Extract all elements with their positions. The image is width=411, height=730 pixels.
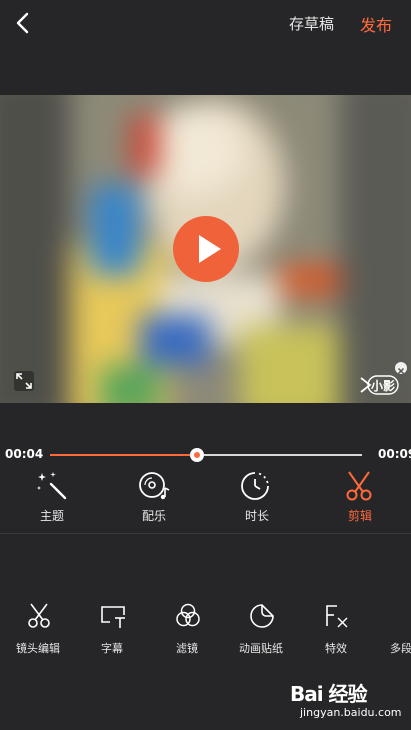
top-bar: 存草稿 发布 <box>0 0 411 46</box>
tool-music[interactable]: 配乐 <box>119 470 189 525</box>
progress-thumb[interactable] <box>189 448 204 462</box>
music-disc-icon <box>139 472 170 500</box>
play-icon <box>199 235 221 263</box>
publish-button[interactable]: 发布 <box>360 12 392 36</box>
baidu-jingyan-watermark: Bai 经验 jingyan.baidu.com <box>290 678 405 726</box>
subtool-subtitle[interactable]: 字幕 <box>82 602 142 655</box>
subtool-filter[interactable]: 滤镜 <box>157 602 217 655</box>
subtool-effects[interactable]: 特效 <box>306 602 366 655</box>
divider <box>0 533 411 534</box>
subtool-label: 特效 <box>325 642 347 655</box>
watermark-url: jingyan.baidu.com <box>300 706 402 719</box>
effects-icon <box>326 605 348 628</box>
scissors-icon <box>28 603 50 628</box>
subtool-label: 动画贴纸 <box>239 642 283 655</box>
tool-label: 剪辑 <box>347 509 372 523</box>
current-time: 00:04 <box>5 447 44 461</box>
play-button[interactable] <box>173 216 239 282</box>
total-time: 00:09 <box>378 447 411 461</box>
watermark-logo-text: Bai 经验 <box>290 682 368 706</box>
tool-label: 配乐 <box>141 509 166 523</box>
tool-edit[interactable]: 剪辑 <box>325 470 395 525</box>
remove-watermark-button[interactable] <box>395 362 407 375</box>
save-draft-button[interactable]: 存草稿 <box>289 13 334 34</box>
progress-track[interactable] <box>50 454 362 456</box>
scissors-icon <box>346 471 372 501</box>
progress-fill <box>50 454 197 456</box>
subtool-clip-edit[interactable]: 镜头编辑 <box>8 602 68 655</box>
timer-icon <box>241 472 269 500</box>
back-arrow-icon[interactable] <box>10 10 36 36</box>
close-icon <box>397 367 405 375</box>
subtool-label: 滤镜 <box>176 642 198 655</box>
expand-icon <box>16 373 32 389</box>
subtool-label: 镜头编辑 <box>16 642 60 655</box>
sticker-icon <box>250 604 274 628</box>
subtool-label: 字幕 <box>101 642 123 655</box>
tool-duration[interactable]: 时长 <box>222 470 292 525</box>
tool-theme[interactable]: 主题 <box>17 470 87 525</box>
tool-label: 时长 <box>244 509 269 523</box>
subtool-label: 多段 <box>390 642 411 654</box>
subtool-sticker[interactable]: 动画贴纸 <box>231 602 291 655</box>
tool-label: 主题 <box>39 509 64 523</box>
multi-segment-icon <box>397 602 411 630</box>
magic-wand-icon <box>37 472 67 500</box>
subtitle-icon <box>101 606 125 628</box>
fullscreen-button[interactable] <box>14 371 34 391</box>
watermark-text: 小影 <box>371 379 396 393</box>
subtool-multi-segment[interactable]: 多段 <box>380 602 411 654</box>
filter-icon <box>176 603 200 627</box>
